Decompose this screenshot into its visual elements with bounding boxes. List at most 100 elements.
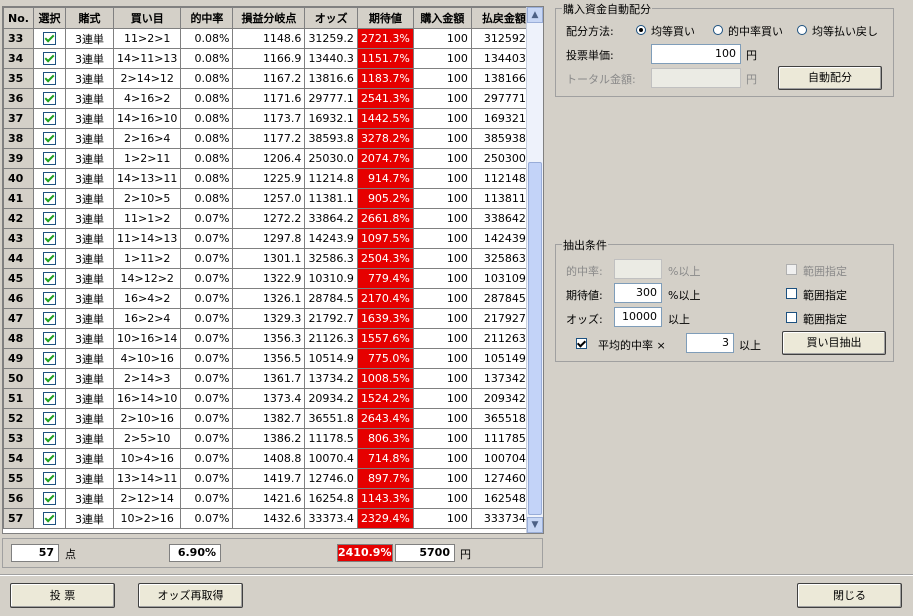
row-select[interactable] [33, 388, 66, 409]
table-row[interactable]: 56 3連単 2>12>14 0.07% 1421.6 16254.8 1143.3% 100… [3, 488, 537, 509]
radio-equal-refund[interactable] [797, 25, 807, 35]
scroll-down-icon[interactable]: ▼ [527, 517, 543, 533]
table-row[interactable]: 43 3連単 11>14>13 0.07% 1297.8 14243.9 1097.5% 10… [3, 228, 537, 249]
average-rate-label[interactable]: 平均的中率 × [598, 337, 666, 353]
row-checkbox[interactable] [43, 152, 56, 166]
radio-rate-buy-label[interactable]: 的中率買い [728, 23, 783, 39]
expected-range-checkbox[interactable] [786, 288, 797, 299]
odds-input[interactable]: 10000 [614, 307, 662, 327]
row-select[interactable] [33, 108, 66, 129]
row-checkbox[interactable] [43, 272, 56, 286]
row-checkbox[interactable] [43, 312, 56, 326]
row-select[interactable] [33, 368, 66, 389]
close-button[interactable]: 閉じる [797, 583, 902, 608]
table-row[interactable]: 33 3連単 11>2>1 0.08% 1148.6 31259.2 2721.3% 100 3… [3, 28, 537, 49]
row-select[interactable] [33, 28, 66, 49]
table-row[interactable]: 37 3連単 14>16>10 0.08% 1173.7 16932.1 1442.5% 10… [3, 108, 537, 129]
table-row[interactable]: 35 3連単 2>14>12 0.08% 1167.2 13816.6 1183.7% 100… [3, 68, 537, 89]
row-select[interactable] [33, 468, 66, 489]
table-row[interactable]: 49 3連単 4>10>16 0.07% 1356.5 10514.9 775.0% 100 1… [3, 348, 537, 369]
row-checkbox[interactable] [43, 252, 56, 266]
col-header-amount[interactable]: 購入金額 [412, 7, 472, 29]
radio-equal-buy[interactable] [636, 25, 646, 35]
row-select[interactable] [33, 288, 66, 309]
table-row[interactable]: 38 3連単 2>16>4 0.08% 1177.2 38593.8 3278.2% 100 3… [3, 128, 537, 149]
row-checkbox[interactable] [43, 172, 56, 186]
table-row[interactable]: 50 3連単 2>14>3 0.07% 1361.7 13734.2 1008.5% 100 1… [3, 368, 537, 389]
row-checkbox[interactable] [43, 492, 56, 506]
row-select[interactable] [33, 308, 66, 329]
col-header-expected[interactable]: 期待値 [356, 7, 414, 29]
col-header-combo[interactable]: 買い目 [112, 7, 182, 29]
row-checkbox[interactable] [43, 52, 56, 66]
odds-range-checkbox[interactable] [786, 312, 797, 323]
col-header-no[interactable]: No. [3, 7, 34, 29]
refresh-odds-button[interactable]: オッズ再取得 [138, 583, 243, 608]
row-checkbox[interactable] [43, 32, 56, 46]
row-select[interactable] [33, 168, 66, 189]
table-row[interactable]: 52 3連単 2>10>16 0.07% 1382.7 36551.8 2643.4% 100… [3, 408, 537, 429]
row-select[interactable] [33, 348, 66, 369]
unit-price-input[interactable]: 100 [651, 44, 741, 64]
row-checkbox[interactable] [43, 292, 56, 306]
table-row[interactable]: 54 3連単 10>4>16 0.07% 1408.8 10070.4 714.8% 100 1… [3, 448, 537, 469]
table-row[interactable]: 48 3連単 10>16>14 0.07% 1356.3 21126.3 1557.6% 10… [3, 328, 537, 349]
table-row[interactable]: 57 3連単 10>2>16 0.07% 1432.6 33373.4 2329.4% 100… [3, 508, 537, 529]
radio-equal-refund-label[interactable]: 均等払い戻し [812, 23, 878, 39]
table-row[interactable]: 39 3連単 1>2>11 0.08% 1206.4 25030.0 2074.7% 100 2… [3, 148, 537, 169]
row-checkbox[interactable] [43, 432, 56, 446]
row-select[interactable] [33, 268, 66, 289]
radio-rate-buy[interactable] [713, 25, 723, 35]
row-select[interactable] [33, 48, 66, 69]
row-checkbox[interactable] [43, 232, 56, 246]
table-row[interactable]: 51 3連単 16>14>10 0.07% 1373.4 20934.2 1524.2% 10… [3, 388, 537, 409]
row-checkbox[interactable] [43, 192, 56, 206]
col-header-odds[interactable]: オッズ [304, 7, 358, 29]
row-checkbox[interactable] [43, 132, 56, 146]
table-row[interactable]: 53 3連単 2>5>10 0.07% 1386.2 11178.5 806.3% 100 11… [3, 428, 537, 449]
row-select[interactable] [33, 408, 66, 429]
col-header-type[interactable]: 賭式 [65, 7, 114, 29]
table-row[interactable]: 45 3連単 14>12>2 0.07% 1322.9 10310.9 779.4% 100 1… [3, 268, 537, 289]
row-checkbox[interactable] [43, 332, 56, 346]
average-rate-checkbox[interactable] [576, 338, 587, 349]
row-select[interactable] [33, 328, 66, 349]
col-header-rate[interactable]: 的中率 [180, 7, 234, 29]
vertical-scrollbar[interactable]: ▲ ▼ [526, 7, 543, 533]
row-select[interactable] [33, 88, 66, 109]
row-select[interactable] [33, 148, 66, 169]
row-checkbox[interactable] [43, 92, 56, 106]
expected-range-label[interactable]: 範囲指定 [803, 287, 847, 303]
table-row[interactable]: 47 3連単 16>2>4 0.07% 1329.3 21792.7 1639.3% 100 2… [3, 308, 537, 329]
row-select[interactable] [33, 508, 66, 529]
table-row[interactable]: 40 3連単 14>13>11 0.08% 1225.9 11214.8 914.7% 100… [3, 168, 537, 189]
row-select[interactable] [33, 448, 66, 469]
table-row[interactable]: 41 3連単 2>10>5 0.08% 1257.0 11381.1 905.2% 100 11… [3, 188, 537, 209]
row-select[interactable] [33, 488, 66, 509]
table-row[interactable]: 42 3連単 11>1>2 0.07% 1272.2 33864.2 2661.8% 100 3… [3, 208, 537, 229]
row-select[interactable] [33, 248, 66, 269]
table-row[interactable]: 44 3連単 1>11>2 0.07% 1301.1 32586.3 2504.3% 100 3… [3, 248, 537, 269]
row-select[interactable] [33, 188, 66, 209]
col-header-select[interactable]: 選択 [33, 7, 66, 29]
row-checkbox[interactable] [43, 472, 56, 486]
row-select[interactable] [33, 128, 66, 149]
table-row[interactable]: 34 3連単 14>11>13 0.08% 1166.9 13440.3 1151.7% 10… [3, 48, 537, 69]
odds-range-label[interactable]: 範囲指定 [803, 311, 847, 327]
col-header-breakeven[interactable]: 損益分岐点 [232, 7, 306, 29]
row-select[interactable] [33, 208, 66, 229]
row-select[interactable] [33, 68, 66, 89]
table-row[interactable]: 36 3連単 4>16>2 0.08% 1171.6 29777.1 2541.3% 100 2… [3, 88, 537, 109]
table-row[interactable]: 46 3連単 16>4>2 0.07% 1326.1 28784.5 2170.4% 100 2… [3, 288, 537, 309]
row-checkbox[interactable] [43, 352, 56, 366]
expected-input[interactable]: 300 [614, 283, 662, 303]
auto-allocate-button[interactable]: 自動配分 [778, 66, 882, 90]
scroll-up-icon[interactable]: ▲ [527, 7, 543, 23]
extract-bets-button[interactable]: 買い目抽出 [782, 331, 886, 355]
vote-button[interactable]: 投 票 [10, 583, 115, 608]
row-checkbox[interactable] [43, 392, 56, 406]
row-select[interactable] [33, 228, 66, 249]
row-checkbox[interactable] [43, 372, 56, 386]
table-row[interactable]: 55 3連単 13>14>11 0.07% 1419.7 12746.0 897.7% 100… [3, 468, 537, 489]
row-checkbox[interactable] [43, 412, 56, 426]
